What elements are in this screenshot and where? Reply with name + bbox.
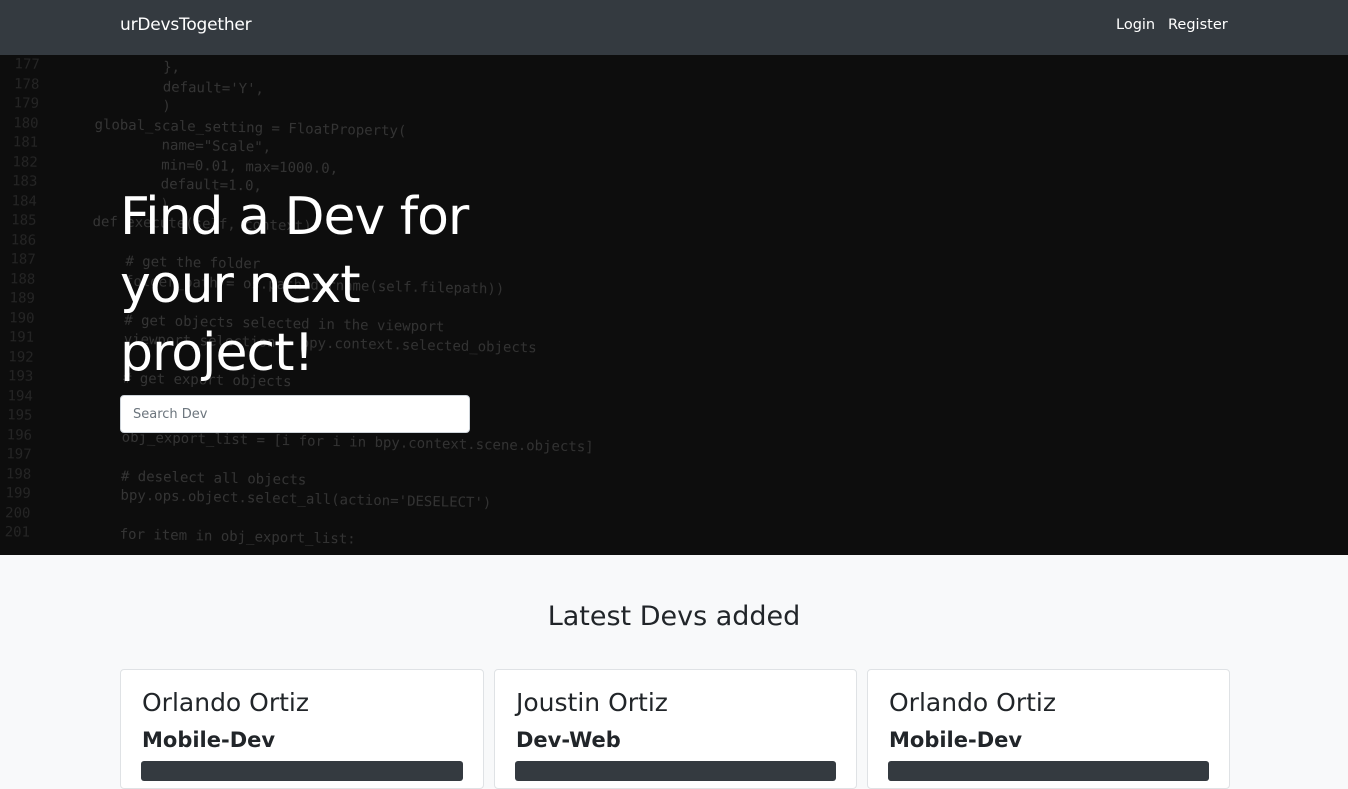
dev-name: Orlando Ortiz xyxy=(142,688,310,717)
login-link[interactable]: Login xyxy=(1116,17,1155,33)
hero-section: 177 },178 default='Y',179 )180global_sca… xyxy=(0,55,1348,555)
dev-name: Orlando Ortiz xyxy=(889,688,1057,717)
search-dev-input[interactable] xyxy=(120,395,470,433)
dev-role: Mobile-Dev xyxy=(142,728,276,752)
dev-card-button[interactable] xyxy=(515,761,836,781)
dev-card: Joustin Ortiz Dev-Web xyxy=(494,669,857,789)
navbar: urDevsTogether Login Register xyxy=(0,0,1348,55)
dev-card-button[interactable] xyxy=(888,761,1209,781)
dev-card: Orlando Ortiz Mobile-Dev xyxy=(120,669,484,789)
dev-card-button[interactable] xyxy=(141,761,463,781)
latest-devs-title: Latest Devs added xyxy=(547,601,801,632)
brand-link[interactable]: urDevsTogether xyxy=(120,15,252,35)
register-link[interactable]: Register xyxy=(1168,17,1228,33)
dev-role: Mobile-Dev xyxy=(889,728,1023,752)
dev-card: Orlando Ortiz Mobile-Dev xyxy=(867,669,1230,789)
hero-title: Find a Dev for your next project! xyxy=(120,187,469,383)
dev-name: Joustin Ortiz xyxy=(516,688,668,717)
dev-role: Dev-Web xyxy=(516,728,621,752)
